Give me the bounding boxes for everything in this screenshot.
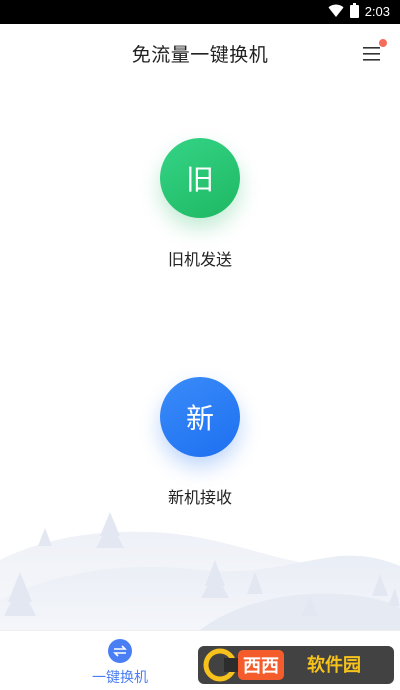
notification-dot: [379, 39, 387, 47]
old-phone-send-label[interactable]: 旧机发送: [0, 246, 400, 270]
swap-icon: [108, 639, 132, 663]
app-header: 免流量一键换机: [0, 24, 400, 84]
svg-text:软件园: 软件园: [307, 654, 361, 676]
old-phone-send-button[interactable]: 旧: [160, 138, 240, 218]
menu-icon: [363, 47, 380, 61]
old-circle-text: 旧: [185, 163, 214, 196]
status-bar: 2:03: [0, 0, 400, 24]
new-circle-text: 新: [185, 402, 214, 435]
watermark-logo: 西西 软件园: [198, 646, 394, 684]
svg-text:西西: 西西: [243, 656, 279, 677]
status-time: 2:03: [364, 4, 390, 19]
tab-label: 一键换机: [92, 670, 148, 686]
battery-icon: [349, 2, 359, 22]
status-icons: 2:03: [328, 0, 390, 24]
menu-button[interactable]: [362, 39, 387, 66]
hills-illustration: [0, 512, 400, 630]
app-screen: 2:03 免流量一键换机 旧 旧机发送 新 新机接收 一键换机 西西 软件园: [0, 0, 400, 690]
tab-one-key-switch[interactable]: 一键换机: [80, 637, 160, 689]
new-phone-receive-button[interactable]: 新: [160, 377, 240, 457]
wifi-icon: [328, 3, 344, 22]
page-title: 免流量一键换机: [131, 44, 269, 66]
